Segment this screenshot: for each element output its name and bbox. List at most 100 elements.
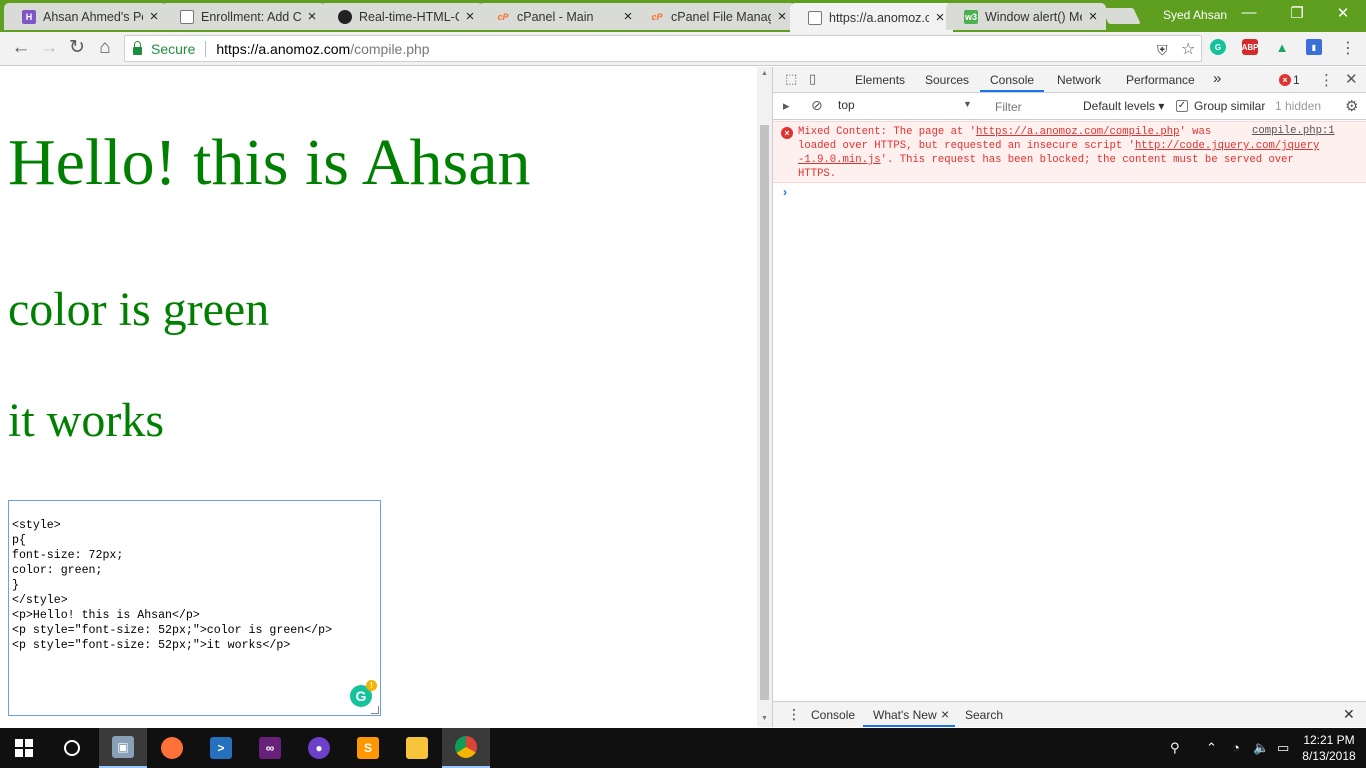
console-filter-input[interactable] (987, 97, 1073, 116)
taskbar-app[interactable]: ▣ (99, 728, 147, 768)
tab-elements[interactable]: Elements (855, 73, 905, 87)
reload-icon[interactable]: ↻ (65, 37, 89, 59)
powershell-icon: > (210, 737, 232, 759)
taskbar-app[interactable]: ∞ (246, 728, 294, 768)
devtools-drawer: ⋮ Console What's New × Search ✕ (773, 701, 1366, 727)
close-icon[interactable]: × (305, 8, 319, 25)
drawer-tab-whats-new[interactable]: What's New (873, 708, 937, 722)
close-icon[interactable]: × (463, 8, 477, 25)
tab-console[interactable]: Console (990, 73, 1034, 87)
scrollbar-thumb[interactable] (760, 125, 769, 700)
volume-icon[interactable]: 🔈 (1253, 740, 1269, 756)
tab-sources[interactable]: Sources (925, 73, 969, 87)
page-url-link[interactable]: https://a.anomoz.com/compile.php (976, 126, 1179, 138)
chevron-up-icon[interactable]: ⌃ (1206, 740, 1217, 756)
new-tab-button[interactable] (1101, 8, 1141, 24)
restore-icon[interactable]: ❐ (1274, 4, 1320, 22)
error-count[interactable]: 1 (1293, 73, 1300, 87)
cpanel-icon: cP (651, 11, 663, 22)
script-url-link-cont[interactable]: -1.9.0.min.js (798, 154, 881, 166)
url-path: /compile.php (350, 40, 430, 57)
close-icon[interactable]: × (775, 8, 789, 25)
forward-icon[interactable]: → (37, 37, 61, 59)
page-scrollbar[interactable]: ▲ ▼ (757, 67, 772, 727)
error-text-part: loaded over HTTPS, but requested an inse… (798, 140, 1135, 152)
clock-date: 8/13/2018 (1302, 749, 1356, 763)
system-clock[interactable]: 12:21 PM 8/13/2018 (1296, 732, 1362, 764)
resize-handle[interactable] (371, 706, 379, 714)
drawer-tab-search[interactable]: Search (965, 708, 1003, 722)
drive-icon[interactable]: ▲ (1274, 39, 1290, 55)
taskbar-app[interactable] (393, 728, 441, 768)
console-error-message: × Mixed Content: The page at 'https://a.… (773, 121, 1366, 183)
close-window-icon[interactable]: ✕ (1320, 4, 1366, 22)
browser-tab[interactable]: cP cPanel File Manag × (632, 3, 795, 30)
people-icon[interactable]: ⚲ (1170, 740, 1180, 756)
close-icon[interactable]: × (147, 8, 161, 25)
gear-icon[interactable]: ⚙ (1345, 97, 1358, 115)
drawer-tab-console[interactable]: Console (811, 708, 855, 722)
browser-tab[interactable]: Enrollment: Add C × (162, 3, 325, 30)
tab-performance[interactable]: Performance (1126, 73, 1195, 87)
browser-tab[interactable]: cP cPanel - Main × (478, 3, 641, 30)
cpanel-icon: cP (497, 11, 509, 22)
taskbar-app[interactable] (148, 728, 196, 768)
minimize-icon[interactable]: — (1226, 4, 1272, 21)
tab-title: cPanel - Main (517, 9, 594, 24)
language-icon[interactable]: ▭ (1277, 740, 1289, 756)
taskbar-app[interactable] (442, 728, 490, 768)
devtools-menu-icon[interactable]: ⋮ (1319, 71, 1334, 89)
home-icon[interactable]: ⌂ (93, 37, 117, 59)
back-icon[interactable]: ← (9, 37, 33, 59)
error-count-icon[interactable]: × (1279, 74, 1291, 86)
error-text-part: HTTPS. (798, 168, 837, 180)
bookmark-star-icon[interactable]: ☆ (1181, 39, 1195, 59)
page-icon (180, 9, 194, 24)
browser-tab[interactable]: Real-time-HTML-C × (320, 3, 483, 30)
browser-tab-active[interactable]: https://a.anomoz.c × (790, 3, 953, 32)
grammarly-alert-badge: ! (366, 680, 377, 691)
inspect-element-icon[interactable]: ⬚ (785, 71, 797, 87)
hidden-count: 1 hidden (1275, 99, 1322, 113)
devtools-close-icon[interactable]: ✕ (1345, 70, 1358, 88)
taskbar-app[interactable]: > (197, 728, 245, 768)
sidebar-toggle-icon[interactable]: ▸ (783, 98, 790, 114)
start-button[interactable] (0, 728, 48, 768)
close-icon[interactable]: × (1086, 8, 1100, 25)
scroll-up-icon[interactable]: ▲ (761, 70, 768, 77)
extension-icon[interactable]: ▮ (1306, 39, 1322, 55)
drawer-menu-icon[interactable]: ⋮ (787, 706, 801, 723)
address-bar[interactable]: Secure https://a.anomoz.com /compile.php… (124, 35, 1202, 62)
browser-tab[interactable]: H Ahsan Ahmed's Po × (4, 3, 167, 30)
github-icon (338, 9, 352, 24)
wifi-icon[interactable]: ◔ (1232, 740, 1240, 755)
w3schools-icon: w3 (964, 9, 978, 24)
search-button[interactable] (48, 728, 96, 768)
grammarly-icon[interactable]: G (1210, 39, 1226, 55)
close-icon[interactable]: × (933, 9, 947, 26)
script-url-link[interactable]: http://code.jquery.com/jquery (1135, 140, 1319, 152)
tab-network[interactable]: Network (1057, 73, 1101, 87)
group-similar-checkbox[interactable]: ✓ (1176, 100, 1188, 112)
taskbar-app[interactable]: S (344, 728, 392, 768)
taskbar-app[interactable]: ● (295, 728, 343, 768)
close-icon[interactable]: × (941, 706, 949, 722)
menu-dots-icon[interactable]: ⋮ (1340, 38, 1356, 58)
chevron-down-icon[interactable]: ▼ (963, 99, 972, 109)
blocked-script-icon[interactable]: ⛨ (1157, 42, 1168, 59)
context-selector[interactable]: top (838, 98, 855, 112)
profile-name[interactable]: Syed Ahsan (1163, 8, 1227, 22)
code-editor-textarea[interactable]: <style> p{ font-size: 72px; color: green… (8, 500, 381, 716)
device-toolbar-icon[interactable]: ▯ (809, 71, 816, 87)
drawer-close-icon[interactable]: ✕ (1343, 706, 1355, 723)
clear-console-icon[interactable]: ⊘ (811, 97, 823, 114)
adblock-icon[interactable]: ABP (1242, 39, 1258, 55)
error-source-link[interactable]: compile.php:1 (1252, 125, 1335, 137)
levels-dropdown[interactable]: Default levels ▾ (1083, 99, 1164, 113)
code-line: color: green; (12, 564, 103, 577)
console-prompt[interactable]: › (783, 185, 787, 199)
scroll-down-icon[interactable]: ▼ (761, 715, 768, 722)
more-tabs-icon[interactable]: » (1213, 70, 1221, 87)
github-desktop-icon: ● (308, 737, 330, 759)
browser-tab[interactable]: w3 Window alert() Me × (946, 3, 1106, 30)
